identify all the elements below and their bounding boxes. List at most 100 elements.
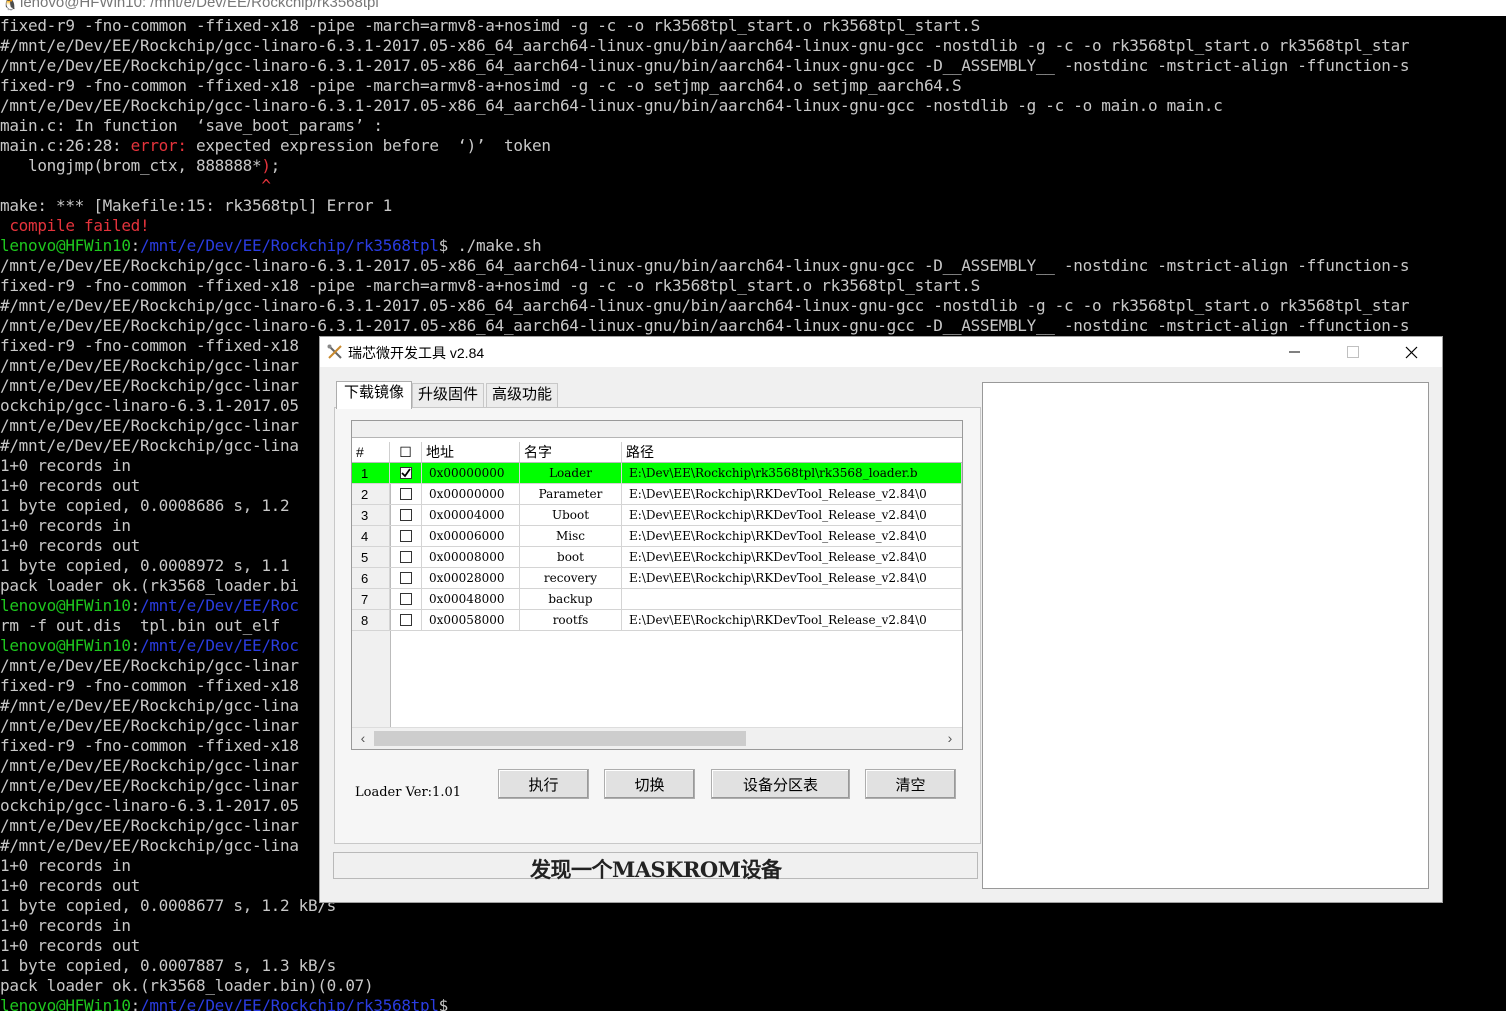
terminal-text: ^ <box>28 176 271 195</box>
terminal-text: 1 byte copied, 0.0008686 s, 1.2 <box>0 496 290 515</box>
terminal-line: lenovo@HFWin10:/mnt/e/Dev/EE/Rockchip/rk… <box>0 236 542 256</box>
cell-index[interactable]: 2 <box>352 484 390 505</box>
log-panel[interactable] <box>982 382 1429 889</box>
close-icon <box>1405 346 1417 358</box>
cell-address[interactable]: 0x00028000 <box>422 568 520 589</box>
cell-address[interactable]: 0x00006000 <box>422 526 520 547</box>
horizontal-scrollbar[interactable]: ‹ › <box>352 727 962 749</box>
clear-button[interactable]: 清空 <box>865 769 956 799</box>
terminal-line: 1+0 records in <box>0 456 131 476</box>
row-checkbox[interactable] <box>399 614 412 626</box>
dialog-titlebar[interactable]: 瑞芯微开发工具 v2.84 <box>320 337 1442 367</box>
row-checkbox[interactable] <box>399 551 412 563</box>
col-header-address[interactable]: 地址 <box>422 442 520 463</box>
cell-index[interactable]: 8 <box>352 610 390 631</box>
table-row[interactable]: 4 0x00006000 Misc E:\Dev\EE\Rockchip\RKDevT… <box>352 526 962 547</box>
terminal-line: #/mnt/e/Dev/EE/Rockchip/gcc-lina <box>0 436 299 456</box>
terminal-line: 1 byte copied, 0.0008972 s, 1.1 <box>0 556 290 576</box>
grid-top-band <box>352 421 962 438</box>
close-button[interactable] <box>1388 337 1434 367</box>
terminal-line: #/mnt/e/Dev/EE/Rockchip/gcc-linaro-6.3.1… <box>0 296 1410 316</box>
terminal-line: ockchip/gcc-linaro-6.3.1-2017.05 <box>0 396 299 416</box>
terminal-text: /mnt/e/Dev/EE/Rockchip/rk3568tpl <box>140 236 439 255</box>
row-checkbox[interactable] <box>399 509 412 521</box>
table-row[interactable]: 5 0x00008000 boot E:\Dev\EE\Rockchip\RKDevT… <box>352 547 962 568</box>
cell-name[interactable]: Loader <box>520 463 622 484</box>
cell-address[interactable]: 0x00008000 <box>422 547 520 568</box>
tab-advanced[interactable]: 高级功能 <box>486 383 558 408</box>
cell-index[interactable]: 6 <box>352 568 390 589</box>
tab-download-image[interactable]: 下载镜像 <box>336 381 412 409</box>
cell-name[interactable]: Uboot <box>520 505 622 526</box>
cell-index[interactable]: 1 <box>352 463 390 484</box>
row-checkbox[interactable] <box>399 467 412 479</box>
terminal-line: 1+0 records in <box>0 516 131 536</box>
device-status-text: 发现一个MASKROM设备 <box>530 857 782 882</box>
cell-path[interactable]: E:\Dev\EE\Rockchip\RKDevTool_Release_v2.… <box>622 547 962 568</box>
terminal-text: expected expression before ‘)’ token <box>186 136 551 155</box>
terminal-line: /mnt/e/Dev/EE/Rockchip/gcc-linar <box>0 416 299 436</box>
cell-index[interactable]: 5 <box>352 547 390 568</box>
table-row[interactable]: 1 0x00000000 Loader E:\Dev\EE\Rockchip\rk35… <box>352 463 962 484</box>
cell-address[interactable]: 0x00000000 <box>422 484 520 505</box>
switch-button[interactable]: 切换 <box>604 769 695 799</box>
terminal-line: 1+0 records out <box>0 476 140 496</box>
scrollbar-thumb[interactable] <box>374 731 746 746</box>
scroll-left-icon[interactable]: ‹ <box>354 729 372 748</box>
cell-path[interactable]: E:\Dev\EE\Rockchip\RKDevTool_Release_v2.… <box>622 526 962 547</box>
terminal-line: 1+0 records out <box>0 876 140 896</box>
row-checkbox[interactable] <box>399 593 412 605</box>
terminal-line: pack loader ok.(rk3568_loader.bin)(0.07) <box>0 976 374 996</box>
terminal-window-title: lenovo@HFWin10: /mnt/e/Dev/EE/Rockchip/r… <box>20 0 379 11</box>
terminal-text: #/mnt/e/Dev/EE/Rockchip/gcc-linaro-6.3.1… <box>0 36 1410 55</box>
cell-address[interactable]: 0x00004000 <box>422 505 520 526</box>
cell-address[interactable]: 0x00058000 <box>422 610 520 631</box>
cell-name[interactable]: recovery <box>520 568 622 589</box>
cell-name[interactable]: rootfs <box>520 610 622 631</box>
cell-index[interactable]: 7 <box>352 589 390 610</box>
row-checkbox-cell <box>390 547 422 568</box>
minimize-button[interactable] <box>1272 337 1318 367</box>
terminal-line: rm -f out.dis tpl.bin out_elf <box>0 616 280 636</box>
terminal-text: rm -f out.dis tpl.bin out_elf <box>0 616 280 635</box>
terminal-text: /mnt/e/Dev/EE/Rockchip/gcc-linaro-6.3.1-… <box>0 256 1410 275</box>
col-header-name[interactable]: 名字 <box>520 442 622 463</box>
maximize-button[interactable] <box>1330 337 1376 367</box>
scroll-right-icon[interactable]: › <box>941 729 959 748</box>
tab-upgrade-firmware[interactable]: 升级固件 <box>412 383 484 408</box>
row-checkbox[interactable] <box>399 530 412 542</box>
terminal-line: lenovo@HFWin10:/mnt/e/Dev/EE/Roc <box>0 636 299 656</box>
cell-path[interactable]: E:\Dev\EE\Rockchip\RKDevTool_Release_v2.… <box>622 505 962 526</box>
partition-table-button[interactable]: 设备分区表 <box>711 769 850 799</box>
cell-index[interactable]: 3 <box>352 505 390 526</box>
partition-grid[interactable]: # ☐ 地址 名字 路径 1 0x00000000 Loader E:\Dev\EE\… <box>351 420 963 750</box>
col-header-check[interactable]: ☐ <box>390 442 422 463</box>
cell-name[interactable]: boot <box>520 547 622 568</box>
table-row[interactable]: 7 0x00048000 backup <box>352 589 962 610</box>
terminal-text: pack loader ok.(rk3568_loader.bi <box>0 576 299 595</box>
table-row[interactable]: 3 0x00004000 Uboot E:\Dev\EE\Rockchip\RKDev… <box>352 505 962 526</box>
cell-path[interactable]: E:\Dev\EE\Rockchip\RKDevTool_Release_v2.… <box>622 484 962 505</box>
cell-address[interactable]: 0x00048000 <box>422 589 520 610</box>
col-header-index[interactable]: # <box>352 442 390 463</box>
table-row[interactable]: 8 0x00058000 rootfs E:\Dev\EE\Rockchip\RKDe… <box>352 610 962 631</box>
cell-path[interactable]: E:\Dev\EE\Rockchip\RKDevTool_Release_v2.… <box>622 610 962 631</box>
col-header-path[interactable]: 路径 <box>622 442 962 463</box>
cell-path[interactable]: E:\Dev\EE\Rockchip\RKDevTool_Release_v2.… <box>622 568 962 589</box>
cell-address[interactable]: 0x00000000 <box>422 463 520 484</box>
cell-name[interactable]: Parameter <box>520 484 622 505</box>
terminal-line: 1 byte copied, 0.0007887 s, 1.3 kB/s <box>0 956 336 976</box>
terminal-text: error: <box>130 136 187 155</box>
row-checkbox[interactable] <box>399 572 412 584</box>
cell-path[interactable]: E:\Dev\EE\Rockchip\rk3568tpl\rk3568_load… <box>622 463 962 484</box>
cell-name[interactable]: Misc <box>520 526 622 547</box>
terminal-text: $ <box>438 996 449 1011</box>
cell-path[interactable] <box>622 589 962 610</box>
cell-name[interactable]: backup <box>520 589 622 610</box>
cell-index[interactable]: 4 <box>352 526 390 547</box>
row-checkbox[interactable] <box>399 488 412 500</box>
run-button[interactable]: 执行 <box>498 769 589 799</box>
status-bar: 发现一个MASKROM设备 <box>333 852 978 882</box>
table-row[interactable]: 2 0x00000000 Parameter E:\Dev\EE\Rockchip\R… <box>352 484 962 505</box>
table-row[interactable]: 6 0x00028000 recovery E:\Dev\EE\Rockchip\RK… <box>352 568 962 589</box>
